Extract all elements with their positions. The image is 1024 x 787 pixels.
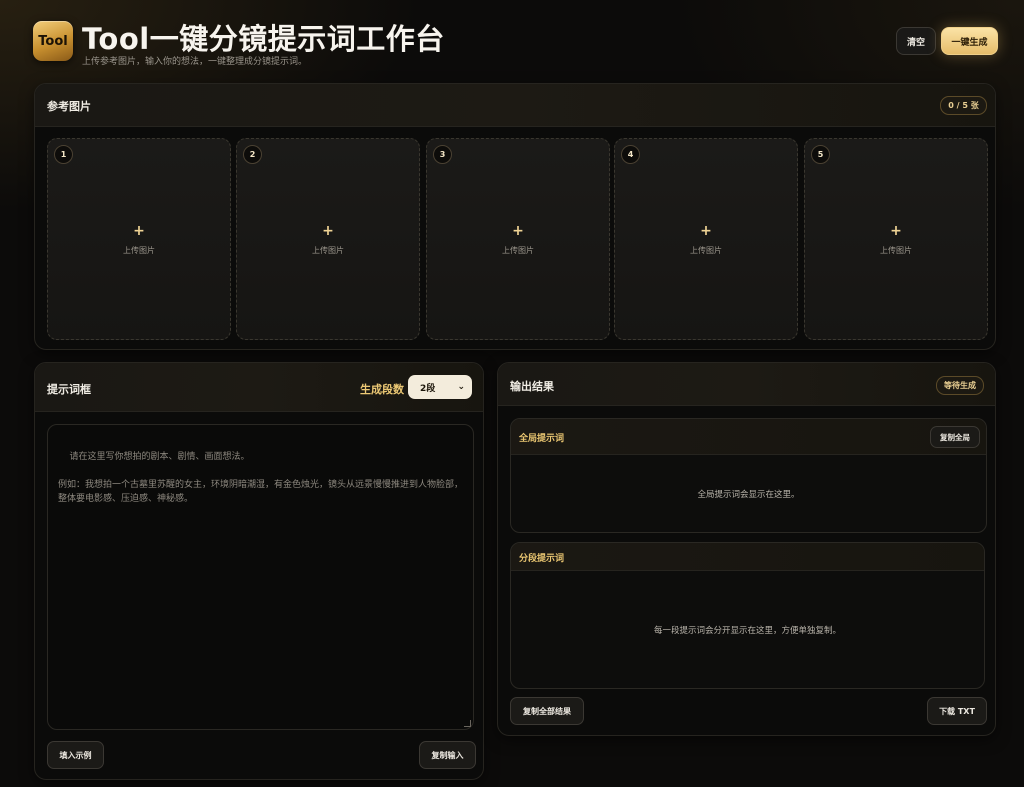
global-prompt-header: 全局提示词 复制全局 — [511, 419, 986, 455]
chevron-down-icon: ⌄ — [457, 382, 465, 392]
prompt-placeholder: 请在这里写你想拍的剧本、剧情、画面想法。 例如：我想拍一个古墓里苏醒的女主，环境… — [58, 452, 464, 504]
output-panel-title: 输出结果 — [510, 380, 554, 393]
reference-panel-title: 参考图片 — [47, 100, 91, 113]
plus-icon: + — [512, 223, 524, 239]
plus-icon: + — [322, 223, 334, 239]
slot-number: 1 — [54, 145, 73, 164]
segments-select[interactable]: 2段 ⌄ — [408, 375, 472, 399]
output-panel-header: 输出结果 等待生成 — [498, 363, 995, 406]
app-logo: Tool — [33, 21, 73, 61]
output-status-badge: 等待生成 — [936, 376, 984, 395]
upload-slot-label: 上传图片 — [880, 246, 912, 255]
global-prompt-card: 全局提示词 复制全局 全局提示词会显示在这里。 — [510, 418, 987, 533]
global-prompt-output: 全局提示词会显示在这里。 — [697, 489, 800, 500]
prompt-panel-header: 提示词框 生成段数 2段 ⌄ — [35, 363, 483, 412]
segment-prompt-title: 分段提示词 — [519, 554, 565, 564]
copy-input-button[interactable]: 复制输入 — [419, 741, 476, 769]
segment-prompt-card: 分段提示词 每一段提示词会分开显示在这里，方便单独复制。 — [510, 542, 985, 689]
reference-images-panel: 参考图片 0 / 5 张 1 + 上传图片 2 + 上传图片 3 + 上传图片 … — [34, 83, 996, 350]
slot-number: 3 — [433, 145, 452, 164]
generate-button[interactable]: 一键生成 — [941, 27, 998, 55]
upload-slot-1[interactable]: 1 + 上传图片 — [47, 138, 231, 340]
page-subtitle: 上传参考图片，输入你的想法，一键整理成分镜提示词。 — [82, 57, 308, 67]
slot-number: 5 — [811, 145, 830, 164]
clear-button[interactable]: 清空 — [896, 27, 936, 55]
upload-slot-label: 上传图片 — [123, 246, 155, 255]
prompt-panel-title: 提示词框 — [47, 383, 91, 396]
segments-selected-value: 2段 — [420, 383, 436, 394]
copy-all-results-button[interactable]: 复制全部结果 — [510, 697, 584, 725]
copy-global-button[interactable]: 复制全局 — [930, 426, 980, 448]
upload-slot-5[interactable]: 5 + 上传图片 — [804, 138, 988, 340]
upload-slot-label: 上传图片 — [312, 246, 344, 255]
segment-prompt-output: 每一段提示词会分开显示在这里，方便单独复制。 — [653, 625, 841, 636]
plus-icon: + — [700, 223, 712, 239]
segments-label: 生成段数 — [360, 383, 404, 396]
global-prompt-title: 全局提示词 — [519, 434, 565, 444]
upload-slot-4[interactable]: 4 + 上传图片 — [614, 138, 798, 340]
upload-slot-label: 上传图片 — [690, 246, 722, 255]
prompt-textarea[interactable]: 请在这里写你想拍的剧本、剧情、画面想法。 例如：我想拍一个古墓里苏醒的女主，环境… — [47, 424, 474, 730]
page-title: Tool一键分镜提示词工作台 — [82, 22, 445, 56]
upload-slot-label: 上传图片 — [502, 246, 534, 255]
plus-icon: + — [890, 223, 902, 239]
fill-example-button[interactable]: 填入示例 — [47, 741, 104, 769]
image-count-badge: 0 / 5 张 — [940, 96, 987, 115]
prompt-panel: 提示词框 生成段数 2段 ⌄ 请在这里写你想拍的剧本、剧情、画面想法。 例如：我… — [34, 362, 484, 780]
resize-handle-icon[interactable] — [464, 720, 471, 727]
plus-icon: + — [133, 223, 145, 239]
download-txt-button[interactable]: 下载 TXT — [927, 697, 987, 725]
output-panel: 输出结果 等待生成 全局提示词 复制全局 全局提示词会显示在这里。 分段提示词 … — [497, 362, 996, 736]
slot-number: 4 — [621, 145, 640, 164]
slot-number: 2 — [243, 145, 262, 164]
segment-prompt-header: 分段提示词 — [511, 543, 984, 571]
upload-slot-3[interactable]: 3 + 上传图片 — [426, 138, 610, 340]
upload-slot-2[interactable]: 2 + 上传图片 — [236, 138, 420, 340]
reference-panel-header: 参考图片 0 / 5 张 — [35, 84, 995, 127]
